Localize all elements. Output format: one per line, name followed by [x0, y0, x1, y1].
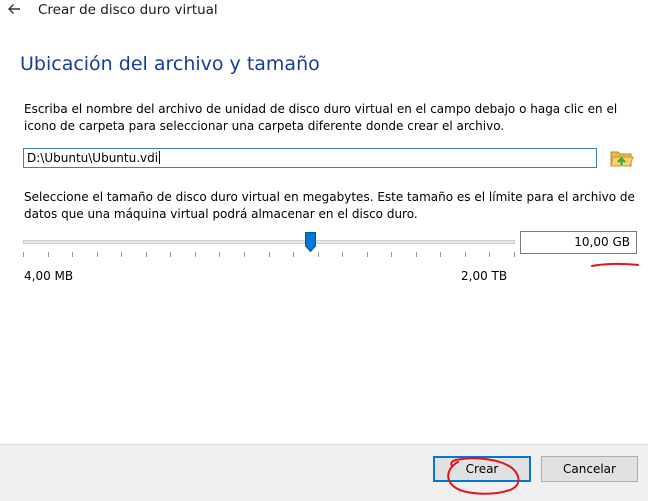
- slider-tick: [170, 252, 171, 257]
- slider-tick: [391, 252, 392, 257]
- slider-tick: [293, 252, 294, 257]
- slider-tick: [48, 252, 49, 257]
- slider-tick: [23, 252, 24, 257]
- red-underline-annotation: [591, 262, 639, 267]
- file-path-value: D:\Ubuntu\Ubuntu.vdi: [27, 151, 159, 165]
- slider-tick: [465, 252, 466, 257]
- text-caret: [159, 151, 161, 164]
- location-description: Escriba el nombre del archivo de unidad …: [24, 102, 618, 133]
- page-heading: Ubicación del archivo y tamaño: [20, 53, 320, 75]
- slider-tick: [416, 252, 417, 257]
- slider-tick: [121, 252, 122, 257]
- disk-size-input[interactable]: 10,00 GB: [520, 231, 637, 254]
- slider-max-label: 2,00 TB: [461, 269, 508, 283]
- slider-thumb[interactable]: [305, 232, 316, 252]
- slider-tick: [514, 252, 515, 257]
- disk-size-value: 10,00 GB: [574, 235, 630, 249]
- size-description: Seleccione el tamaño de disco duro virtu…: [24, 190, 635, 221]
- choose-folder-button[interactable]: [609, 146, 635, 170]
- slider-min-label: 4,00 MB: [24, 269, 74, 283]
- slider-tick: [367, 252, 368, 257]
- slider-tick: [342, 252, 343, 257]
- cancel-button[interactable]: Cancelar: [541, 456, 638, 482]
- slider-tick: [72, 252, 73, 257]
- slider-tick: [318, 252, 319, 257]
- title-bar: Crear de disco duro virtual: [0, 0, 648, 26]
- slider-tick: [269, 252, 270, 257]
- slider-track[interactable]: [23, 240, 515, 244]
- slider-tick: [440, 252, 441, 257]
- slider-tick: [195, 252, 196, 257]
- slider-tick: [244, 252, 245, 257]
- window-title: Crear de disco duro virtual: [38, 2, 218, 18]
- create-virtual-disk-dialog: Crear de disco duro virtual Ubicación de…: [0, 0, 648, 501]
- create-button[interactable]: Crear: [433, 456, 531, 482]
- slider-tick: [489, 252, 490, 257]
- back-arrow-icon[interactable]: [6, 1, 22, 17]
- slider-tick: [219, 252, 220, 257]
- disk-size-slider[interactable]: [23, 230, 515, 260]
- folder-open-icon: [609, 151, 635, 174]
- slider-tick: [97, 252, 98, 257]
- slider-tick: [146, 252, 147, 257]
- file-path-input[interactable]: D:\Ubuntu\Ubuntu.vdi: [23, 148, 597, 168]
